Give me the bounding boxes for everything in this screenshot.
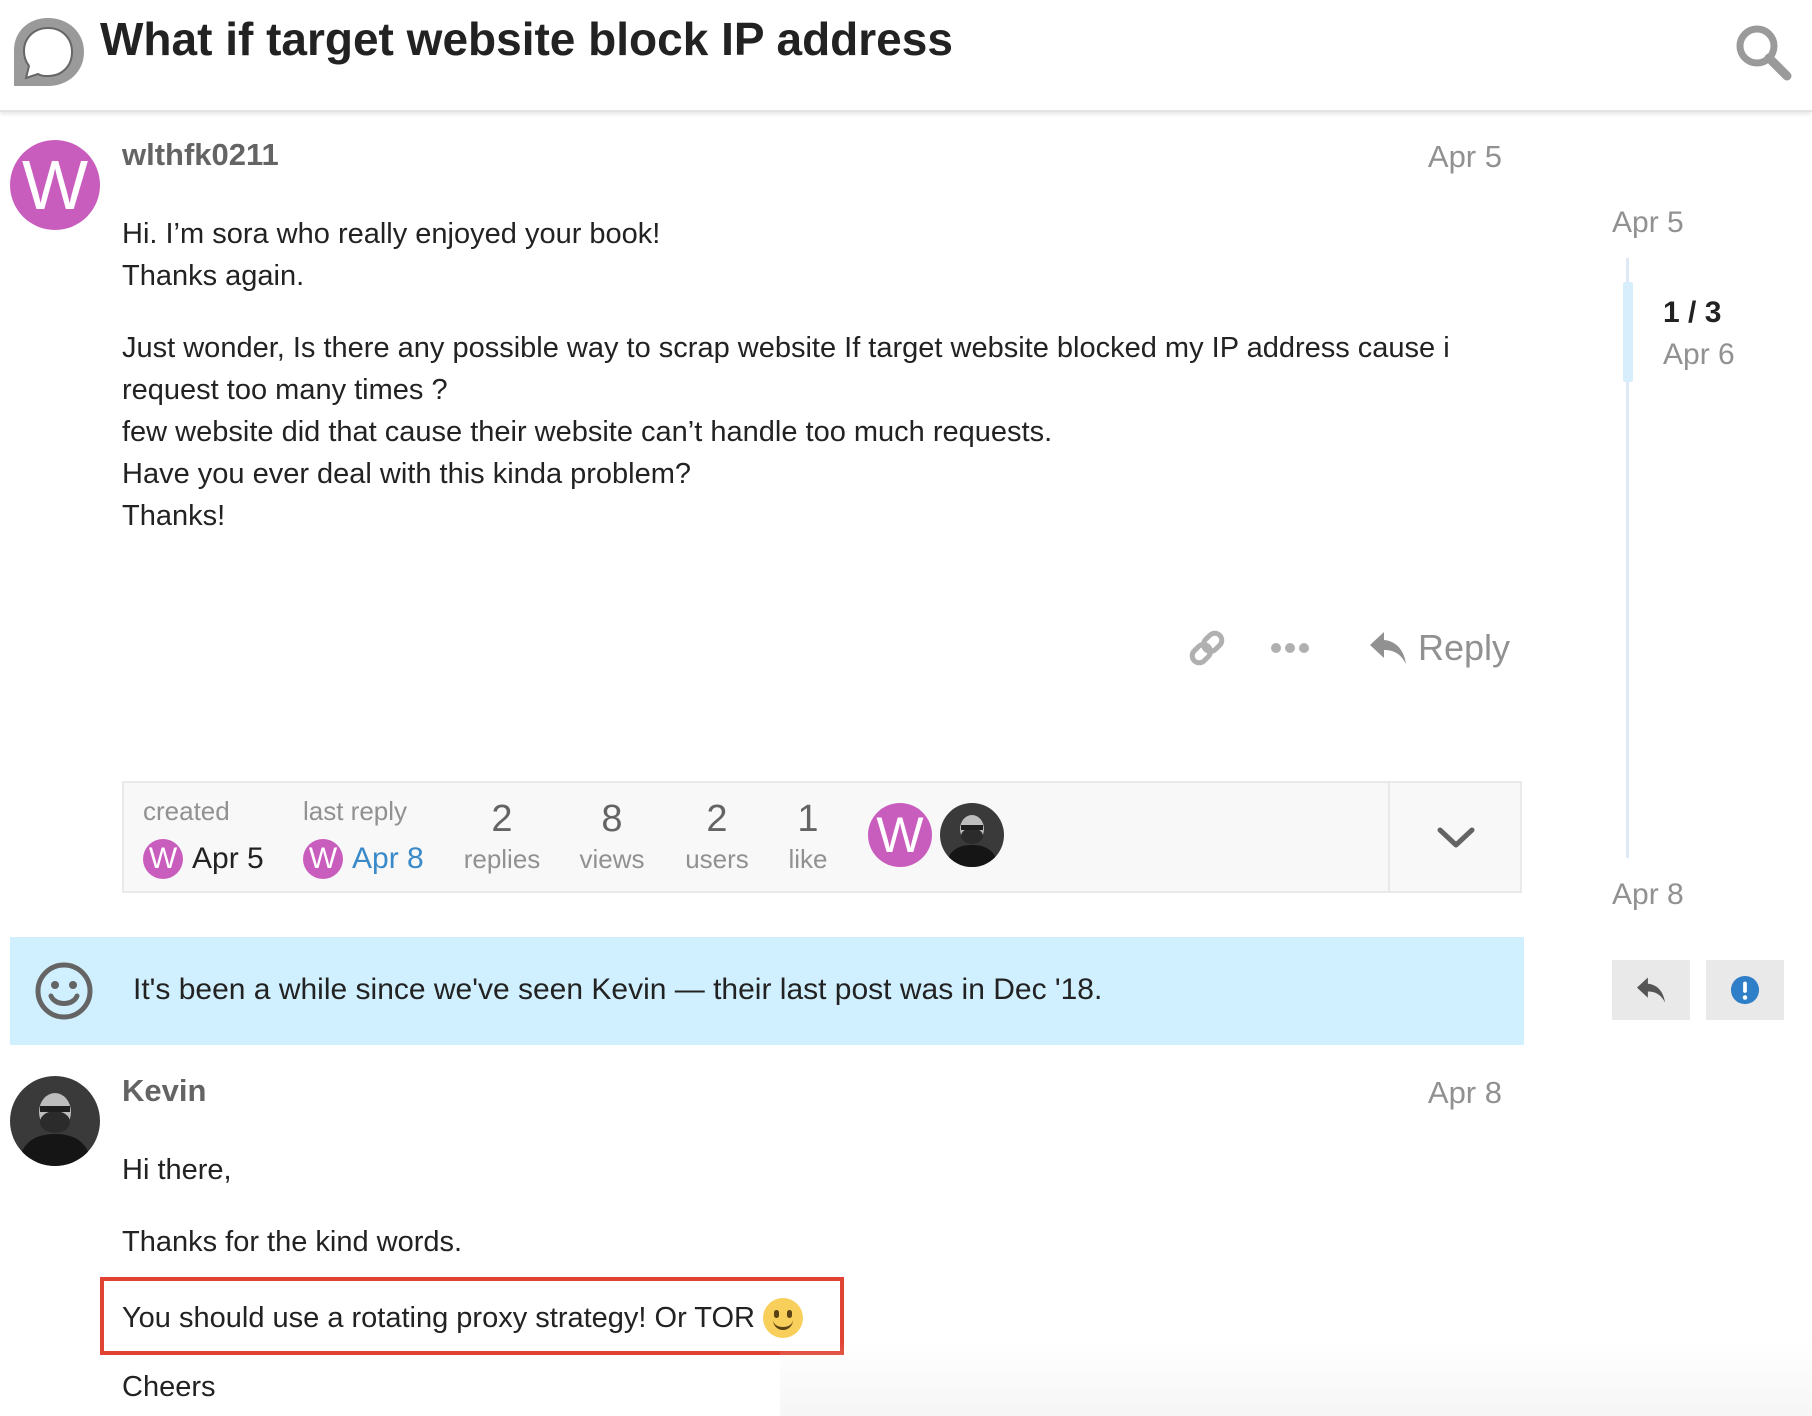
timeline-reply-button[interactable] — [1612, 960, 1690, 1020]
timeline-end-date[interactable]: Apr 8 — [1612, 878, 1684, 912]
post-line: Have you ever deal with this kinda probl… — [122, 458, 692, 490]
timeline-handle-date: Apr 6 — [1663, 338, 1735, 371]
users-label: users — [685, 844, 749, 874]
chevron-down-icon[interactable] — [1436, 826, 1476, 850]
reply-arrow-icon — [1637, 977, 1665, 1003]
last-reply-avatar[interactable]: W — [303, 839, 343, 879]
discourse-logo-icon[interactable] — [8, 12, 88, 92]
topic-map-divider — [1388, 783, 1390, 891]
post-line: Thanks for the kind words. — [122, 1226, 463, 1258]
topic-header: What if target website block IP address — [0, 0, 1812, 112]
avatar-letter: W — [308, 842, 338, 875]
post-line: few website did that cause their website… — [122, 416, 1053, 448]
likes-label: like — [788, 844, 828, 874]
exclamation-circle-icon — [1730, 975, 1760, 1005]
timeline-start-date[interactable]: Apr 5 — [1612, 206, 1684, 240]
created-avatar[interactable]: W — [143, 839, 183, 879]
post-line: request too many times ? — [122, 374, 448, 406]
reply-label: Reply — [1418, 627, 1511, 668]
avatar-letter: W — [21, 146, 89, 224]
replies-count: 2 — [491, 798, 513, 840]
avatar[interactable]: W — [10, 140, 100, 230]
link-icon[interactable] — [1185, 626, 1229, 670]
reply-button[interactable]: Reply — [1368, 622, 1510, 674]
bottom-fade — [780, 1340, 1812, 1416]
last-reply-date[interactable]: Apr 8 — [352, 842, 424, 876]
post-line: Hi there, — [122, 1154, 232, 1186]
created-label: created — [143, 796, 230, 826]
search-icon[interactable] — [1733, 22, 1793, 82]
post-username[interactable]: Kevin — [122, 1073, 206, 1109]
timeline-handle[interactable] — [1623, 282, 1633, 382]
participant-avatar[interactable]: W — [868, 803, 932, 867]
avatar[interactable] — [10, 1076, 100, 1166]
users-count: 2 — [706, 798, 728, 840]
highlight-box — [100, 1277, 844, 1355]
post-line: Cheers — [122, 1371, 216, 1403]
views-count: 8 — [601, 798, 623, 840]
post-date[interactable]: Apr 5 — [1302, 139, 1502, 175]
participant-avatar-kevin[interactable] — [940, 803, 1004, 867]
more-icon[interactable] — [1268, 638, 1312, 658]
post-username[interactable]: wlthfk0211 — [122, 137, 279, 173]
timeline-count: 1 / 3 — [1663, 296, 1722, 329]
avatar-letter: W — [876, 807, 924, 863]
timeline-flag-button[interactable] — [1706, 960, 1784, 1020]
views-label: views — [579, 844, 645, 874]
likes-count: 1 — [797, 798, 819, 840]
created-date[interactable]: Apr 5 — [192, 842, 264, 876]
replies-label: replies — [463, 844, 541, 874]
topic-title[interactable]: What if target website block IP address — [100, 12, 953, 66]
last-reply-label: last reply — [303, 796, 408, 826]
avatar-letter: W — [148, 842, 178, 875]
notice-text: It's been a while since we've seen Kevin… — [133, 973, 1103, 1006]
post-line: Thanks! — [122, 500, 226, 532]
post-line: Hi. I’m sora who really enjoyed your boo… — [122, 218, 661, 250]
smile-icon — [35, 962, 93, 1020]
post-line: Thanks again. — [122, 260, 305, 292]
reply-arrow-icon — [1370, 632, 1406, 664]
post-line: Just wonder, Is there any possible way t… — [122, 332, 1450, 364]
post-date[interactable]: Apr 8 — [1302, 1075, 1502, 1111]
